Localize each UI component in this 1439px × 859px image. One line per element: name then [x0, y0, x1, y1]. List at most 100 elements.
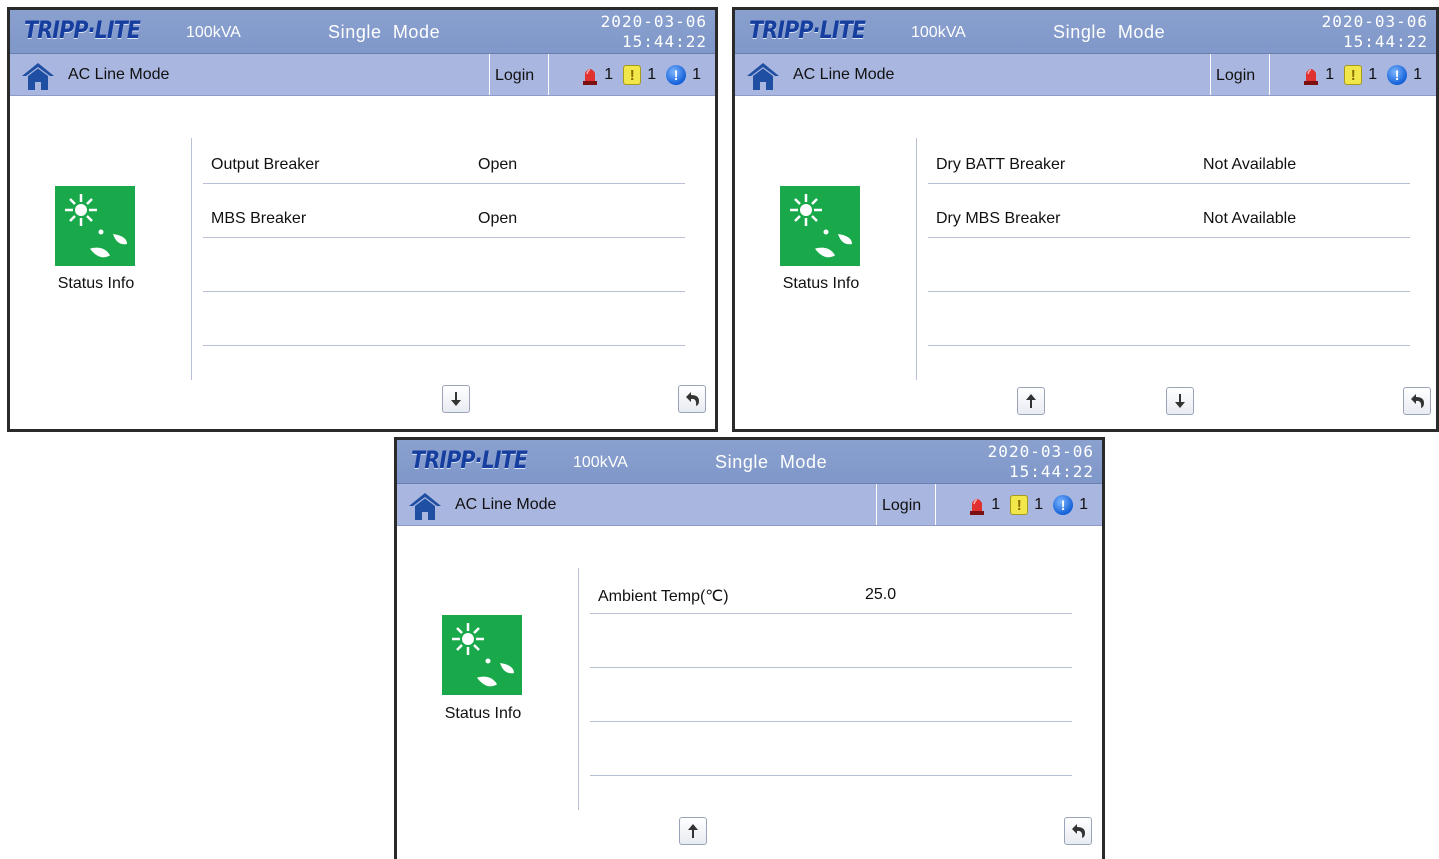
capacity-label: 100kVA — [573, 454, 628, 471]
tripp-lite-logo: TRIPP·LITE — [24, 16, 141, 44]
warning-alarm[interactable]: ! 1 — [623, 65, 656, 85]
status-list: Ambient Temp(℃) 25.0 — [590, 560, 1072, 776]
date-time: 2020-03-06 15:44:22 — [1322, 12, 1428, 52]
warning-count: 1 — [1034, 496, 1044, 513]
top-bar: TRIPP·LITE 100kVA Single Mode 2020-03-06… — [397, 440, 1102, 484]
back-button[interactable] — [678, 385, 706, 413]
warning-alarm[interactable]: ! 1 — [1344, 65, 1377, 85]
status-info-icon[interactable] — [780, 186, 860, 266]
info-icon: ! — [1053, 495, 1074, 515]
row-label: Dry BATT Breaker — [936, 156, 1066, 173]
row-label: Output Breaker — [211, 156, 320, 173]
info-count: 1 — [692, 66, 701, 83]
status-bar: AC Line Mode Login 1 ! 1 ! 1 — [10, 54, 715, 96]
home-icon[interactable] — [745, 60, 781, 92]
login-label: Login — [882, 497, 922, 514]
row-label: Dry MBS Breaker — [936, 210, 1061, 227]
row-label: Ambient Temp(℃) — [598, 588, 729, 605]
info-alarm[interactable]: ! 1 — [1387, 65, 1422, 85]
home-icon[interactable] — [407, 490, 443, 522]
info-alarm[interactable]: ! 1 — [1053, 495, 1088, 515]
login-button[interactable]: Login — [876, 484, 936, 525]
row-value: Open — [478, 210, 518, 227]
list-item — [203, 238, 685, 292]
info-count: 1 — [1413, 66, 1422, 83]
status-info-label: Status Info — [782, 275, 860, 292]
login-button[interactable]: Login — [1210, 54, 1270, 95]
login-label: Login — [495, 67, 535, 84]
vertical-divider — [191, 138, 192, 380]
critical-alarm[interactable]: 1 — [582, 65, 613, 85]
line-mode-label: AC Line Mode — [455, 496, 557, 513]
tripp-lite-logo: TRIPP·LITE — [749, 16, 866, 44]
warning-icon: ! — [623, 65, 642, 85]
siren-icon — [1304, 69, 1319, 85]
row-label: MBS Breaker — [211, 210, 307, 227]
date-time: 2020-03-06 15:44:22 — [988, 442, 1094, 482]
login-label: Login — [1216, 67, 1256, 84]
list-item: Dry BATT Breaker Not Available — [928, 130, 1410, 184]
operating-mode: Single Mode — [328, 22, 441, 42]
critical-alarm-count: 1 — [991, 496, 1001, 513]
page-down-button[interactable] — [1166, 387, 1194, 415]
list-item: Dry MBS Breaker Not Available — [928, 184, 1410, 238]
status-info-icon[interactable] — [55, 186, 135, 266]
ups-screen-1: TRIPP·LITE 100kVA Single Mode 2020-03-06… — [7, 7, 718, 432]
info-icon: ! — [666, 65, 687, 85]
arrow-down-icon — [1175, 394, 1185, 408]
top-bar: TRIPP·LITE 100kVA Single Mode 2020-03-06… — [10, 10, 715, 54]
page-down-button[interactable] — [442, 385, 470, 413]
home-icon[interactable] — [20, 60, 56, 92]
list-item — [590, 722, 1072, 776]
warning-count: 1 — [647, 66, 657, 83]
warning-count: 1 — [1368, 66, 1378, 83]
list-item — [590, 668, 1072, 722]
ups-screen-2: TRIPP·LITE 100kVA Single Mode 2020-03-06… — [732, 7, 1439, 432]
status-info-label: Status Info — [444, 705, 522, 722]
status-info-label: Status Info — [57, 275, 135, 292]
critical-alarm-count: 1 — [1325, 66, 1335, 83]
list-item — [590, 614, 1072, 668]
date-time: 2020-03-06 15:44:22 — [601, 12, 707, 52]
warning-alarm[interactable]: ! 1 — [1010, 495, 1043, 515]
list-item: Output Breaker Open — [203, 130, 685, 184]
page-up-button[interactable] — [1017, 387, 1045, 415]
status-list: Dry BATT Breaker Not Available Dry MBS B… — [928, 130, 1410, 346]
capacity-label: 100kVA — [911, 24, 966, 41]
return-arrow-icon — [686, 392, 699, 406]
list-item: MBS Breaker Open — [203, 184, 685, 238]
back-button[interactable] — [1064, 817, 1092, 845]
line-mode-label: AC Line Mode — [68, 66, 170, 83]
page-up-button[interactable] — [679, 817, 707, 845]
row-value: Not Available — [1203, 210, 1297, 227]
info-icon: ! — [1387, 65, 1408, 85]
alarm-indicators[interactable]: 1 ! 1 ! 1 — [1297, 64, 1422, 86]
alarm-indicators[interactable]: 1 ! 1 ! 1 — [963, 494, 1088, 516]
date: 2020-03-06 — [1321, 12, 1428, 31]
login-button[interactable]: Login — [489, 54, 549, 95]
back-button[interactable] — [1403, 387, 1431, 415]
list-item — [928, 238, 1410, 292]
time: 15:44:22 — [1342, 32, 1428, 51]
info-alarm[interactable]: ! 1 — [666, 65, 701, 85]
row-value: 25.0 — [865, 586, 897, 603]
vertical-divider — [916, 138, 917, 380]
status-info-icon[interactable] — [442, 615, 522, 695]
time: 15:44:22 — [1008, 462, 1094, 481]
info-count: 1 — [1079, 496, 1088, 513]
date: 2020-03-06 — [987, 442, 1094, 461]
top-bar: TRIPP·LITE 100kVA Single Mode 2020-03-06… — [735, 10, 1436, 54]
arrow-up-icon — [1026, 394, 1036, 408]
critical-alarm[interactable]: 1 — [1303, 65, 1334, 85]
row-value: Open — [478, 156, 518, 173]
warning-icon: ! — [1010, 495, 1029, 515]
alarm-indicators[interactable]: 1 ! 1 ! 1 — [576, 64, 701, 86]
list-item — [928, 292, 1410, 346]
critical-alarm[interactable]: 1 — [969, 495, 1000, 515]
arrow-up-icon — [688, 824, 698, 838]
vertical-divider — [578, 568, 579, 810]
siren-icon — [583, 69, 598, 85]
status-list: Output Breaker Open MBS Breaker Open — [203, 130, 685, 346]
operating-mode: Single Mode — [715, 452, 828, 472]
line-mode-label: AC Line Mode — [793, 66, 895, 83]
